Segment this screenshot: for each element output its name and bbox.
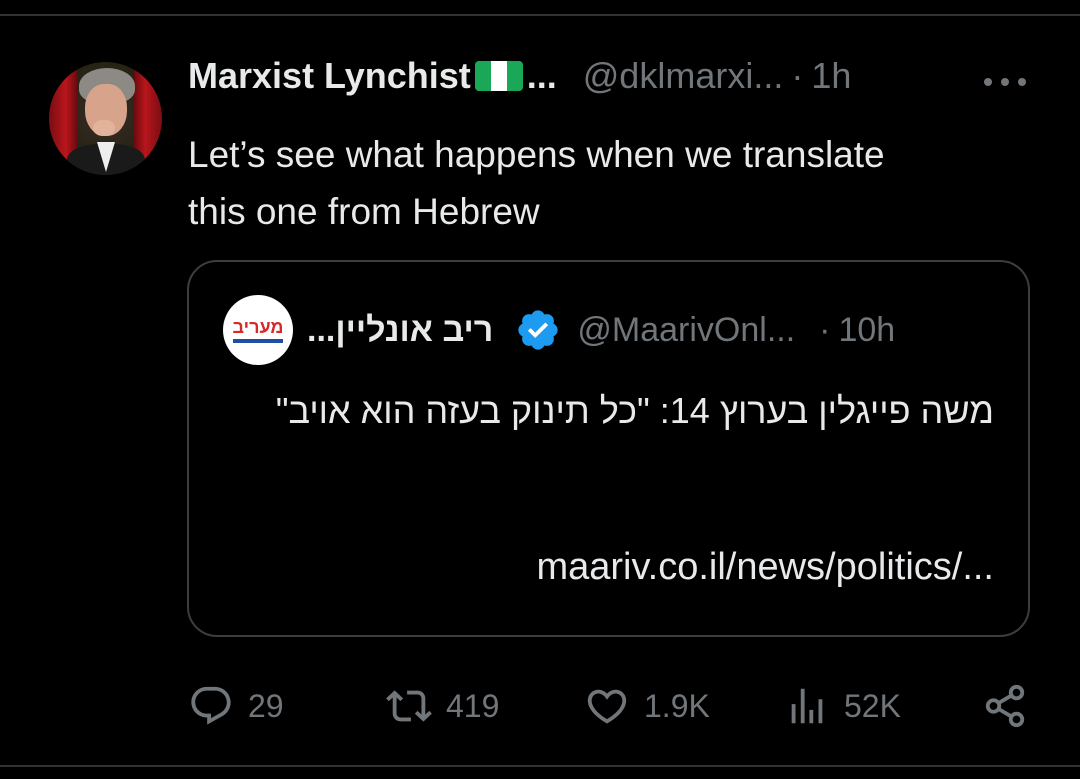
repost-count: 419	[446, 687, 500, 724]
verified-icon	[518, 310, 559, 350]
repost-icon	[386, 690, 432, 722]
quoted-header-separator: ·	[819, 310, 831, 349]
action-bar: 29 419 1.9K 52K	[0, 678, 1080, 734]
views-icon	[791, 688, 823, 724]
maariv-logo: מעריב	[232, 317, 284, 337]
quoted-tweet-timestamp[interactable]: 10h	[838, 311, 895, 350]
quoted-author-name[interactable]: ...ריב אונליין	[307, 311, 493, 350]
share-button[interactable]	[982, 678, 1028, 734]
author-name[interactable]: Marxist Lynchist	[188, 55, 471, 97]
quoted-author-avatar[interactable]: מעריב	[223, 295, 293, 365]
quoted-author-handle[interactable]: @MaarivOnl...	[577, 311, 795, 350]
tweet-timestamp[interactable]: 1h	[811, 55, 851, 97]
tweet-header: Marxist Lynchist ... @dklmarxi... · 1h	[188, 55, 851, 97]
tweet[interactable]: Marxist Lynchist ... @dklmarxi... · 1h L…	[0, 16, 1080, 765]
reply-button[interactable]: 29	[188, 678, 284, 734]
like-icon	[587, 689, 627, 724]
views-button[interactable]: 52K	[784, 678, 901, 734]
header-separator: ·	[791, 55, 804, 96]
quoted-tweet-header: ...ריב אונליין @MaarivOnl... · 10h	[307, 304, 895, 356]
nigeria-flag-emoji	[474, 61, 523, 91]
quoted-tweet-text: משה פייגלין בערוץ 14: "כל תינוק בעזה הוא…	[275, 390, 994, 431]
like-count: 1.9K	[644, 687, 710, 724]
bottom-divider	[0, 765, 1080, 767]
name-truncation: ...	[526, 55, 557, 96]
more-icon[interactable]	[984, 76, 1026, 88]
reply-icon	[191, 686, 231, 725]
tweet-text-line: Let’s see what happens when we translate	[188, 134, 885, 175]
author-handle[interactable]: @dklmarxi...	[583, 55, 784, 97]
like-button[interactable]: 1.9K	[584, 678, 710, 734]
tweet-text: Let’s see what happens when we translate…	[188, 126, 1028, 240]
quoted-tweet-link[interactable]: maariv.co.il/news/politics/...	[536, 546, 994, 589]
reply-count: 29	[248, 687, 284, 724]
share-icon	[985, 684, 1025, 728]
views-count: 52K	[844, 687, 901, 724]
author-avatar[interactable]	[49, 62, 162, 175]
quoted-tweet[interactable]: מעריב ...ריב אונליין @MaarivOnl... · 10h…	[187, 260, 1030, 637]
tweet-text-line: this one from Hebrew	[188, 191, 540, 232]
repost-button[interactable]: 419	[386, 678, 499, 734]
